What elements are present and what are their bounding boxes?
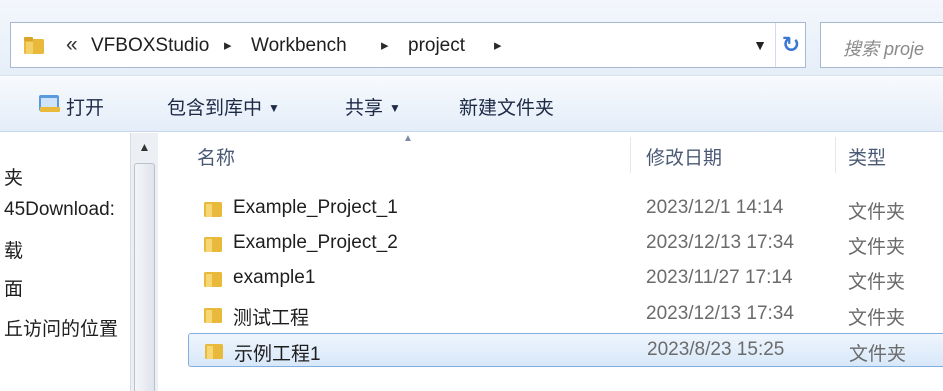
file-date: 2023/12/1 14:14 [646, 197, 784, 218]
share-label: 共享 [345, 98, 384, 119]
file-name: example1 [233, 267, 316, 288]
scroll-up-icon[interactable]: ▲ [131, 135, 158, 159]
file-date: 2023/12/13 17:34 [646, 232, 794, 253]
file-type: 文件夹 [849, 344, 907, 365]
nav-item[interactable]: 面 [4, 274, 23, 301]
address-dropdown-button[interactable]: ▼ [745, 23, 775, 67]
nav-item[interactable]: 载 [4, 236, 23, 263]
column-header-name[interactable]: 名称 [197, 143, 235, 170]
open-icon [39, 95, 60, 112]
file-row-selected[interactable]: 示例工程1 2023/8/23 15:25 文件夹 [188, 333, 943, 367]
folder-icon [204, 237, 222, 252]
file-row[interactable]: Example_Project_1 2023/12/1 14:14 文件夹 [188, 192, 943, 226]
folder-icon [204, 272, 222, 287]
share-button[interactable]: 共享 ▼ [345, 93, 401, 120]
command-toolbar: 打开 包含到库中 ▼ 共享 ▼ 新建文件夹 [0, 77, 943, 132]
breadcrumb-separator[interactable]: ▸ [494, 36, 502, 54]
navigation-pane: 夹 45Download: 载 面 丘访问的位置 [0, 133, 146, 391]
address-bar[interactable]: « VFBOXStudio ▸ Workbench ▸ project ▸ ▼ … [10, 22, 806, 68]
breadcrumb-workbench[interactable]: Workbench [251, 35, 347, 57]
column-header-date[interactable]: 修改日期 [646, 143, 722, 170]
open-button[interactable]: 打开 [66, 93, 104, 120]
file-row[interactable]: Example_Project_2 2023/12/13 17:34 文件夹 [188, 227, 943, 261]
file-type: 文件夹 [848, 202, 906, 223]
nav-item[interactable]: 丘访问的位置 [4, 314, 118, 341]
column-divider[interactable] [630, 137, 631, 173]
file-name: 测试工程 [233, 308, 310, 329]
file-name: Example_Project_1 [233, 197, 398, 218]
file-name: 示例工程1 [234, 344, 321, 365]
chevron-down-icon: ▼ [268, 101, 280, 115]
scroll-thumb[interactable] [134, 163, 155, 391]
refresh-icon[interactable]: ↻ [775, 23, 806, 67]
file-date: 2023/8/23 15:25 [647, 339, 785, 360]
file-type: 文件夹 [848, 308, 906, 329]
include-in-library-button[interactable]: 包含到库中 ▼ [167, 93, 280, 120]
breadcrumb-separator[interactable]: ▸ [224, 36, 232, 54]
file-type: 文件夹 [848, 237, 906, 258]
file-date: 2023/12/13 17:34 [646, 303, 794, 324]
search-input[interactable]: 搜索 proje [820, 22, 943, 68]
address-region: « VFBOXStudio ▸ Workbench ▸ project ▸ ▼ … [0, 0, 943, 76]
file-name: Example_Project_2 [233, 232, 398, 253]
nav-item[interactable]: 夹 [4, 163, 23, 190]
breadcrumb-separator[interactable]: ▸ [381, 36, 389, 54]
folder-icon [204, 202, 222, 217]
breadcrumb-project[interactable]: project [408, 35, 465, 57]
file-row[interactable]: 测试工程 2023/12/13 17:34 文件夹 [188, 298, 943, 332]
column-divider[interactable] [835, 137, 836, 173]
chevron-down-icon: ▼ [389, 101, 401, 115]
file-row[interactable]: example1 2023/11/27 17:14 文件夹 [188, 262, 943, 296]
folder-icon [24, 37, 44, 54]
nav-scrollbar[interactable]: ▲ [130, 133, 158, 391]
breadcrumb-vfboxstudio[interactable]: VFBOXStudio [91, 35, 209, 57]
nav-item[interactable]: 45Download: [4, 199, 115, 221]
file-list: ▲ 名称 修改日期 类型 Example_Project_1 2023/12/1… [160, 133, 943, 391]
column-header-type[interactable]: 类型 [848, 143, 886, 170]
sort-ascending-icon: ▲ [403, 133, 413, 144]
include-in-library-label: 包含到库中 [167, 98, 263, 119]
folder-icon [204, 308, 222, 323]
search-placeholder: 搜索 proje [843, 39, 925, 59]
overflow-chevrons[interactable]: « [66, 33, 78, 57]
new-folder-button[interactable]: 新建文件夹 [459, 93, 554, 120]
file-date: 2023/11/27 17:14 [646, 267, 793, 288]
file-type: 文件夹 [848, 272, 906, 293]
folder-icon [205, 344, 223, 359]
